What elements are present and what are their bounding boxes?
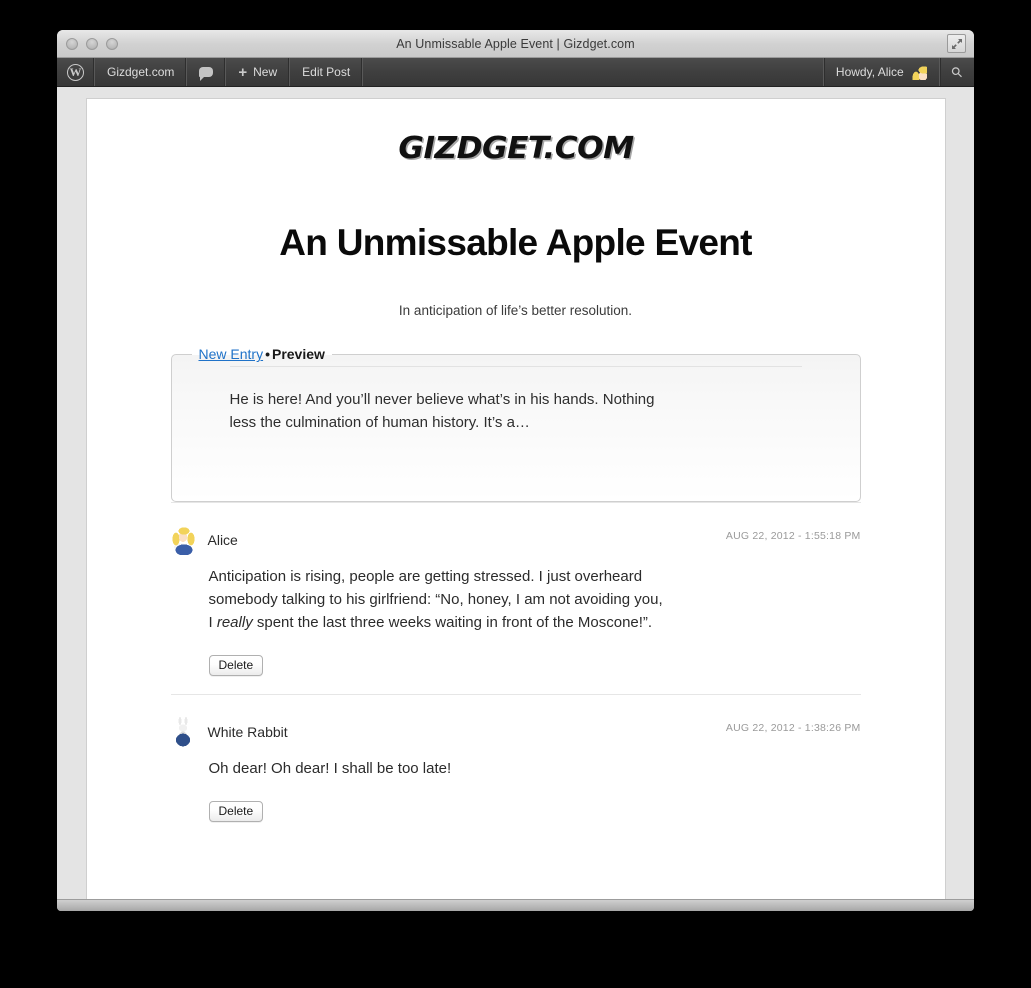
comment-body: Anticipation is rising, people are getti… <box>209 566 664 634</box>
comment-body-part-2: spent the last three weeks waiting in fr… <box>252 614 653 632</box>
comment-author: Alice <box>170 525 238 556</box>
comment-author-name: Alice <box>207 532 238 549</box>
browser-window: An Unmissable Apple Event | Gizdget.com … <box>57 30 974 911</box>
post-subtitle: In anticipation of life’s better resolut… <box>398 303 633 319</box>
preview-inner: He is here! And you’ll never believe wha… <box>172 366 860 435</box>
fullscreen-arrows-icon[interactable] <box>947 34 966 53</box>
comment-item: White Rabbit AUG 22, 2012 - 1:38:26 PM O… <box>170 693 861 840</box>
adminbar-new-content[interactable]: + New <box>226 58 291 86</box>
comment-body-part-1: Oh dear! Oh dear! I shall be too late! <box>208 759 452 777</box>
page-viewport: GIZDGET.COM An Unmissable Apple Event In… <box>57 87 974 899</box>
comment-item: Alice AUG 22, 2012 - 1:55:18 PM Anticipa… <box>170 502 861 693</box>
comment-body: Oh dear! Oh dear! I shall be too late! <box>209 758 664 781</box>
plus-icon: + <box>238 63 248 81</box>
comment-header: White Rabbit AUG 22, 2012 - 1:38:26 PM <box>170 716 861 747</box>
adminbar-spacer <box>363 58 823 86</box>
adminbar-site-name[interactable]: Gizdget.com <box>95 58 188 86</box>
adminbar-edit-post[interactable]: Edit Post <box>290 58 364 86</box>
adminbar-avatar <box>910 64 927 80</box>
close-button[interactable] <box>66 37 78 50</box>
entry-tabs: New Entry • Preview <box>192 346 332 362</box>
tab-new-entry[interactable]: New Entry <box>199 346 264 362</box>
adminbar-search[interactable]: ⚲ <box>938 58 974 86</box>
adminbar-howdy-label: Howdy, Alice <box>835 65 904 79</box>
tab-separator: • <box>265 346 270 363</box>
adminbar-site-name-label: Gizdget.com <box>107 65 175 79</box>
comment-header: Alice AUG 22, 2012 - 1:55:18 PM <box>170 525 861 556</box>
comment-author-name: White Rabbit <box>207 723 288 740</box>
window-titlebar[interactable]: An Unmissable Apple Event | Gizdget.com <box>57 30 974 58</box>
page-title: An Unmissable Apple Event <box>279 222 752 263</box>
white-rabbit-avatar <box>170 716 197 747</box>
adminbar-edit-post-label: Edit Post <box>302 65 351 79</box>
wordpress-logo-icon: W <box>67 63 84 81</box>
search-icon: ⚲ <box>947 62 966 81</box>
delete-comment-button[interactable]: Delete <box>208 800 264 822</box>
window-title: An Unmissable Apple Event | Gizdget.com <box>396 36 635 51</box>
adminbar-wordpress-logo[interactable]: W <box>57 58 95 86</box>
minimize-button[interactable] <box>86 37 98 50</box>
content-sheet: GIZDGET.COM An Unmissable Apple Event In… <box>86 99 945 899</box>
preview-divider <box>229 366 802 368</box>
adminbar-account[interactable]: Howdy, Alice <box>822 58 939 86</box>
preview-text: He is here! And you’ll never believe wha… <box>229 391 655 432</box>
wp-admin-bar[interactable]: W Gizdget.com + New Edit Post Howdy, Ali… <box>57 58 974 87</box>
comment-timestamp: AUG 22, 2012 - 1:55:18 PM <box>725 530 861 543</box>
adminbar-comments[interactable] <box>187 58 227 86</box>
zoom-button[interactable] <box>106 37 118 50</box>
window-bottom-edge <box>57 899 974 911</box>
comment-bubble-icon <box>199 67 214 81</box>
comment-timestamp: AUG 22, 2012 - 1:38:26 PM <box>725 721 861 734</box>
alice-avatar <box>170 525 197 556</box>
window-controls[interactable] <box>66 37 118 50</box>
site-logo[interactable]: GIZDGET.COM <box>157 99 875 166</box>
tab-preview[interactable]: Preview <box>272 346 325 362</box>
comment-body-emphasis: really <box>216 614 253 632</box>
entry-preview-panel: New Entry • Preview He is here! And you’ll… <box>170 346 861 503</box>
delete-comment-button[interactable]: Delete <box>208 654 264 676</box>
adminbar-new-label: New <box>253 65 278 79</box>
comment-author: White Rabbit <box>170 716 288 747</box>
